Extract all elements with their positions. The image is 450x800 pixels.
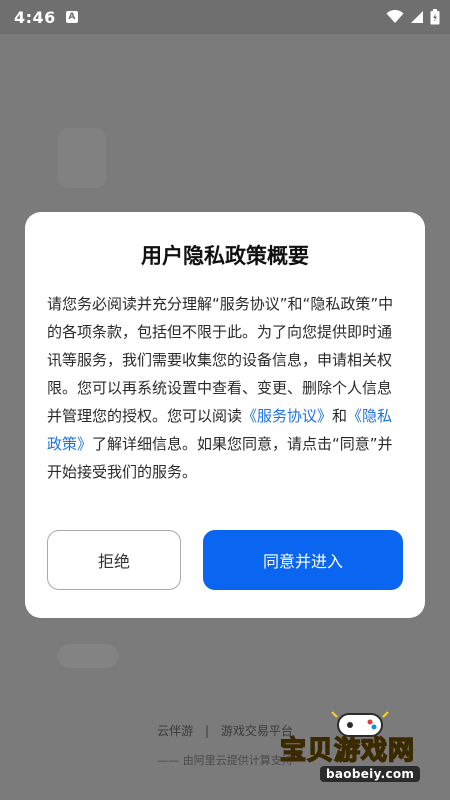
dialog-body-and: 和 [332,407,348,425]
status-bar: 4:46 A [0,0,450,34]
signal-icon [411,11,423,23]
service-agreement-link[interactable]: 《服务协议》 [242,407,332,425]
accept-button[interactable]: 同意并进入 [203,530,403,590]
watermark: 宝贝游戏网 baobeiy.com [279,711,450,798]
status-icons [386,9,440,25]
dialog-body: 请您务必阅读并充分理解“服务协议”和“隐私政策”中的各项条款，包括但不限于此。为… [47,290,403,486]
watermark-text: 宝贝游戏网 [279,735,416,767]
wifi-icon [386,10,404,23]
background-element [58,644,118,668]
notification-a-icon: A [65,11,78,23]
dialog-actions: 拒绝 同意并进入 [47,530,403,590]
footer-separator: | [204,724,210,738]
privacy-dialog: 用户隐私政策概要 请您务必阅读并充分理解“服务协议”和“隐私政策”中的各项条款，… [25,212,425,618]
status-time: 4:46 [14,7,56,27]
footer-brand-left: 云伴游 [157,724,194,738]
watermark-url: baobeiy.com [320,766,421,782]
background-logo [58,128,106,188]
dialog-title: 用户隐私政策概要 [141,244,309,268]
dialog-body-text-2: 了解详细信息。如果您同意，请点击“同意”并开始接受我们的服务。 [47,435,393,481]
dialog-body-text-1: 请您务必阅读并充分理解“服务协议”和“隐私政策”中的各项条款，包括但不限于此。为… [47,295,394,425]
reject-button[interactable]: 拒绝 [47,530,181,590]
battery-icon [430,9,440,25]
